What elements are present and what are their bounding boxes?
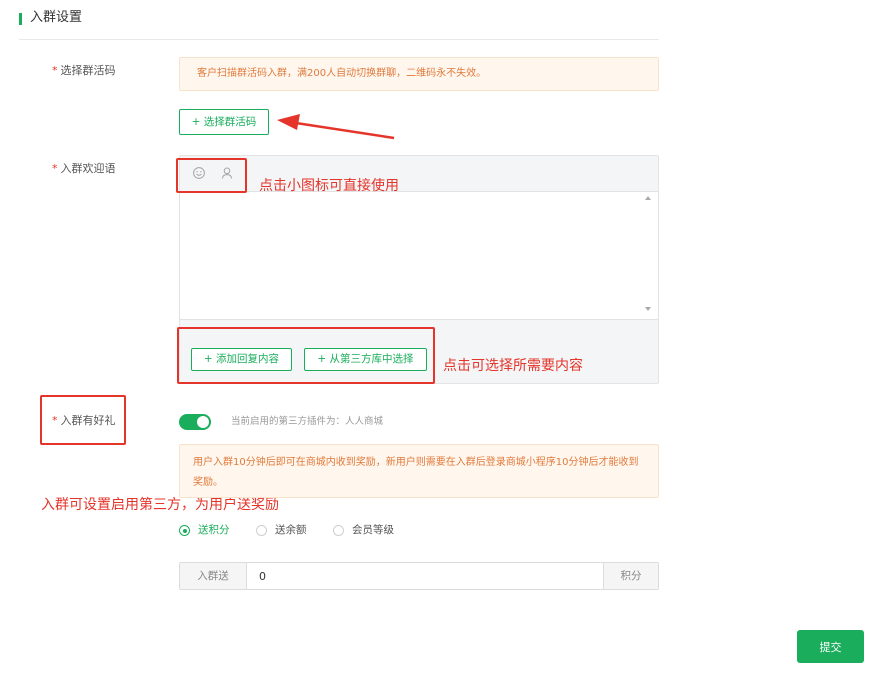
select-group-code-button[interactable]: + 选择群活码 (179, 109, 269, 135)
section-title: 入群设置 (30, 10, 83, 25)
scroll-down-icon[interactable] (645, 307, 651, 311)
section-accent-bar (19, 13, 22, 25)
annotation-gift-hint: 入群可设置启用第三方，为用户送奖励 (41, 497, 279, 513)
section-divider (19, 39, 659, 40)
gift-label: * 入群有好礼 (52, 414, 116, 427)
radio-balance-label[interactable]: 送余额 (275, 524, 307, 537)
welcome-textarea[interactable] (179, 191, 659, 320)
reward-input-suffix: 积分 (603, 563, 658, 589)
annotation-box-icons (176, 158, 247, 193)
group-code-tip: 客户扫描群活码入群，满200人自动切换群聊，二维码永不失效。 (179, 57, 659, 91)
radio-points[interactable] (179, 525, 190, 536)
reward-points-input[interactable] (247, 563, 603, 589)
gift-tip: 用户入群10分钟后即可在商城内收到奖励，新用户则需要在入群后登录商城小程序10分… (179, 444, 659, 498)
welcome-label: * 入群欢迎语 (52, 162, 116, 175)
radio-balance[interactable] (256, 525, 267, 536)
radio-member-level[interactable] (333, 525, 344, 536)
submit-button[interactable]: 提交 (797, 630, 864, 663)
scroll-up-icon[interactable] (645, 196, 651, 200)
toggle-knob (197, 416, 209, 428)
plugin-status-text: 当前启用的第三方插件为：人人商城 (231, 416, 384, 427)
gift-toggle[interactable] (179, 414, 211, 430)
annotation-box-buttons (177, 327, 435, 384)
group-code-label: * 选择群活码 (52, 64, 116, 77)
annotation-content-hint: 点击可选择所需要内容 (443, 358, 583, 374)
reward-input-prefix: 入群送 (180, 563, 247, 589)
annotation-icons-hint: 点击小图标可直接使用 (259, 178, 399, 194)
radio-points-label[interactable]: 送积分 (198, 524, 230, 537)
reward-input-group: 入群送 积分 (179, 562, 659, 590)
annotation-arrow-icon (277, 114, 395, 140)
radio-member-level-label[interactable]: 会员等级 (352, 524, 394, 537)
